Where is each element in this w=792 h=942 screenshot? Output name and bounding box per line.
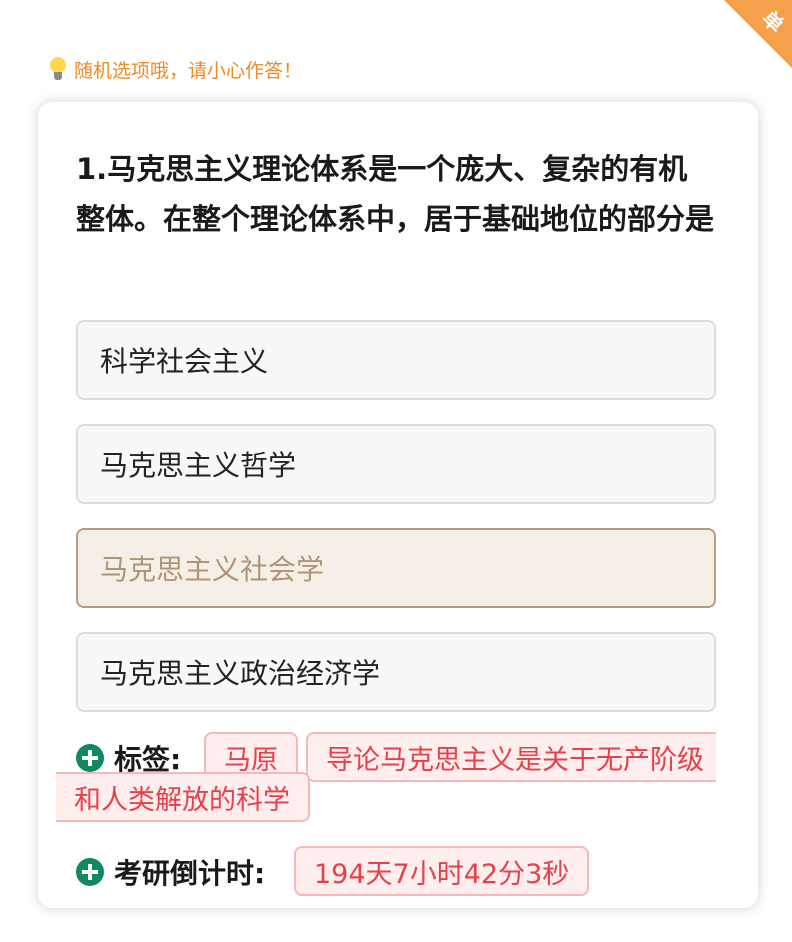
question-text: 1.马克思主义理论体系是一个庞大、复杂的有机整体。在整个理论体系中，居于基础地位…	[76, 152, 715, 236]
plus-circle-icon[interactable]	[76, 744, 104, 772]
option-label: 马克思主义政治经济学	[100, 657, 381, 690]
option-1[interactable]: 科学社会主义	[76, 320, 716, 400]
notice-text: 随机选项哦，请小心作答！	[74, 60, 303, 82]
page: 单 随机选项哦，请小心作答！ 1.马克思主义理论体系是一个庞大、复杂的有机整体。…	[0, 0, 792, 942]
tag-item[interactable]: 导论马克思主义是关于无产阶级	[306, 732, 716, 782]
option-2[interactable]: 马克思主义哲学	[76, 424, 716, 504]
countdown-value: 194天7小时42分3秒	[294, 846, 590, 896]
notice-bar: 随机选项哦，请小心作答！	[48, 56, 302, 83]
option-3-selected[interactable]: 马克思主义社会学	[76, 528, 716, 608]
option-4[interactable]: 马克思主义政治经济学	[76, 632, 716, 712]
option-label: 科学社会主义	[100, 345, 269, 378]
option-label: 马克思主义哲学	[100, 449, 297, 482]
countdown-row: 考研倒计时:	[76, 852, 265, 892]
countdown-label: 考研倒计时:	[114, 857, 266, 890]
tag-item-continued[interactable]: 和人类解放的科学	[56, 772, 310, 822]
question-card: 1.马克思主义理论体系是一个庞大、复杂的有机整体。在整个理论体系中，居于基础地位…	[38, 102, 758, 908]
plus-circle-icon[interactable]	[76, 858, 104, 886]
lightbulb-icon	[48, 56, 68, 83]
option-label: 马克思主义社会学	[100, 553, 325, 586]
